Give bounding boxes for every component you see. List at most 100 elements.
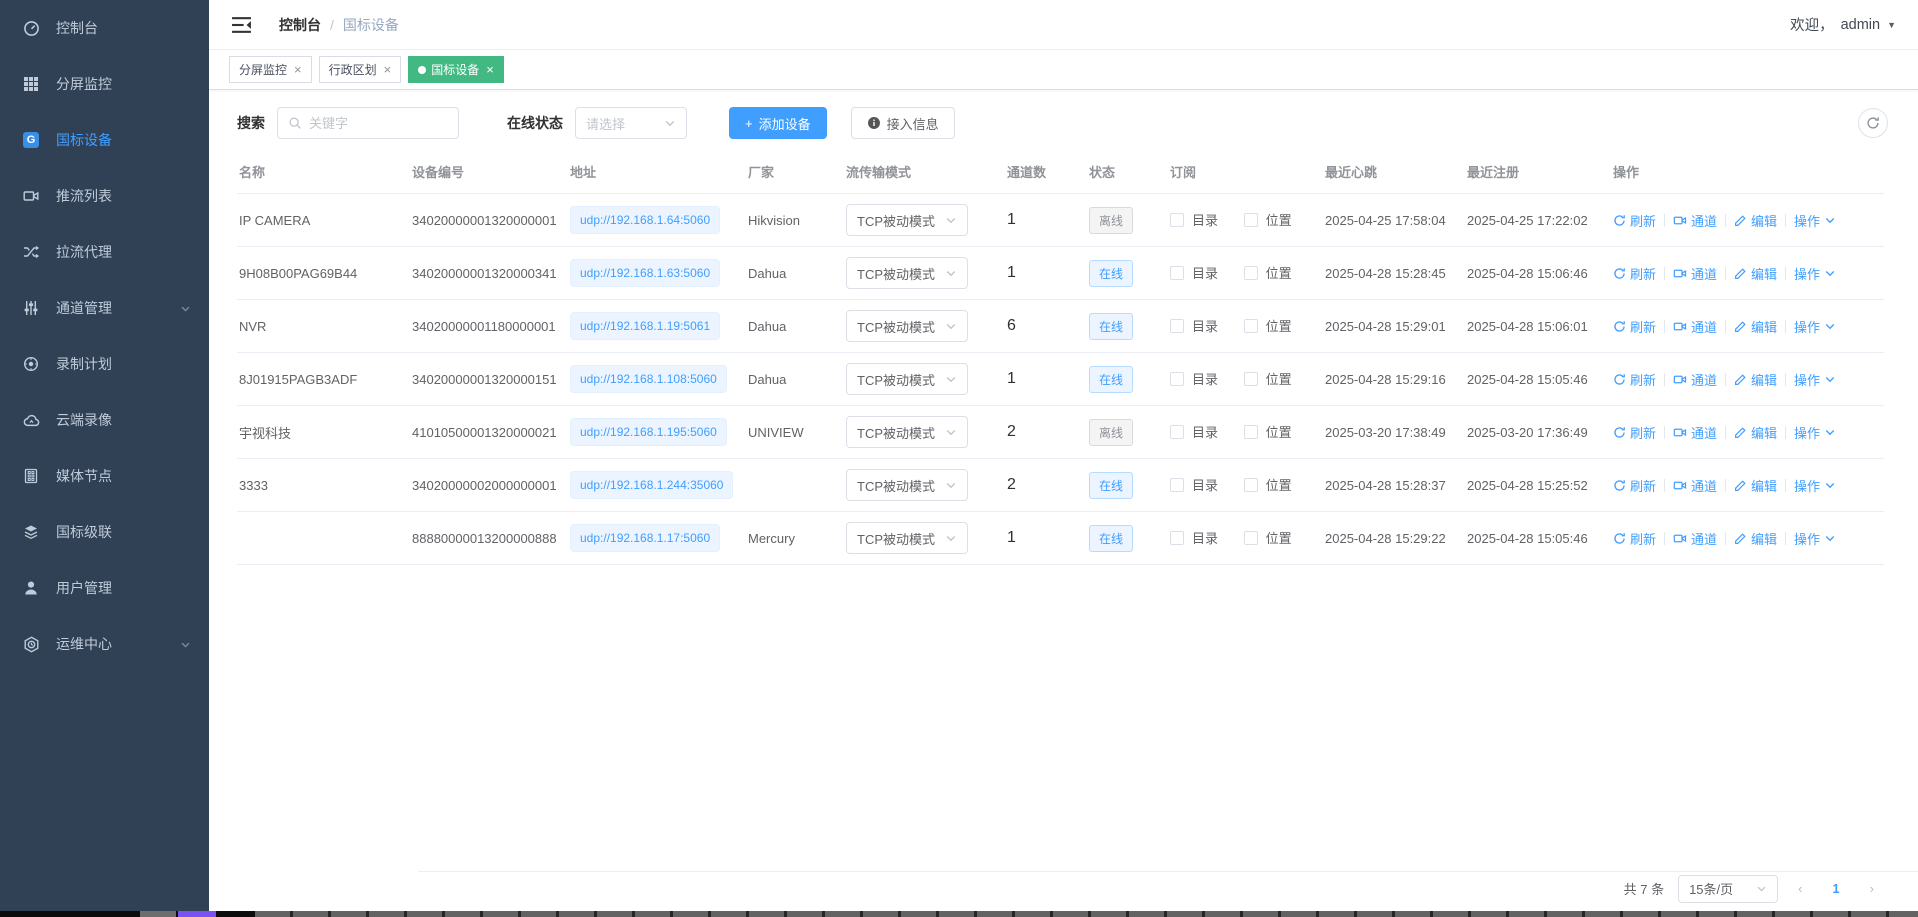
checkbox-icon[interactable]: [1244, 531, 1258, 545]
address-tag[interactable]: udp://192.168.1.108:5060: [570, 365, 727, 393]
transport-mode-select[interactable]: TCP被动模式: [846, 204, 968, 236]
subscribe-position-checkbox[interactable]: 位置: [1244, 263, 1292, 282]
page-size-select[interactable]: 15条/页: [1678, 875, 1778, 903]
close-icon[interactable]: ×: [486, 62, 494, 77]
more-actions-link[interactable]: 操作: [1794, 529, 1836, 548]
subscribe-catalog-checkbox[interactable]: 目录: [1170, 210, 1218, 229]
add-device-button[interactable]: + 添加设备: [729, 107, 827, 139]
sidebar-item-gb-devices[interactable]: G 国标设备: [0, 112, 209, 168]
sidebar-item-channel-mgmt[interactable]: 通道管理: [0, 280, 209, 336]
edit-action-link[interactable]: 编辑: [1734, 211, 1777, 230]
more-actions-link[interactable]: 操作: [1794, 211, 1836, 230]
sidebar-item-user-mgmt[interactable]: 用户管理: [0, 560, 209, 616]
sidebar-item-media-node[interactable]: 媒体节点: [0, 448, 209, 504]
more-actions-link[interactable]: 操作: [1794, 423, 1836, 442]
prev-page-button[interactable]: ‹: [1792, 881, 1808, 896]
address-tag[interactable]: udp://192.168.1.64:5060: [570, 206, 720, 234]
checkbox-icon[interactable]: [1170, 266, 1184, 280]
address-tag[interactable]: udp://192.168.1.63:5060: [570, 259, 720, 287]
refresh-action-link[interactable]: 刷新: [1613, 529, 1656, 548]
edit-action-link[interactable]: 编辑: [1734, 370, 1777, 389]
subscribe-catalog-checkbox[interactable]: 目录: [1170, 528, 1218, 547]
more-actions-link[interactable]: 操作: [1794, 317, 1836, 336]
checkbox-icon[interactable]: [1244, 372, 1258, 386]
transport-mode-select[interactable]: TCP被动模式: [846, 363, 968, 395]
transport-mode-select[interactable]: TCP被动模式: [846, 416, 968, 448]
transport-mode-select[interactable]: TCP被动模式: [846, 257, 968, 289]
sidebar-item-record-plan[interactable]: 录制计划: [0, 336, 209, 392]
subscribe-position-checkbox[interactable]: 位置: [1244, 475, 1292, 494]
refresh-action-link[interactable]: 刷新: [1613, 317, 1656, 336]
edit-action-link[interactable]: 编辑: [1734, 423, 1777, 442]
page-number-1[interactable]: 1: [1822, 881, 1849, 896]
tab-split-screen[interactable]: 分屏监控 ×: [229, 56, 312, 83]
more-actions-link[interactable]: 操作: [1794, 264, 1836, 283]
address-tag[interactable]: udp://192.168.1.19:5061: [570, 312, 720, 340]
hamburger-icon[interactable]: [231, 14, 253, 36]
sidebar-item-pull-stream[interactable]: 拉流代理: [0, 224, 209, 280]
address-tag[interactable]: udp://192.168.1.244:35060: [570, 471, 733, 499]
subscribe-catalog-checkbox[interactable]: 目录: [1170, 422, 1218, 441]
channel-action-link[interactable]: 通道: [1673, 423, 1717, 442]
tab-admin-region[interactable]: 行政区划 ×: [319, 56, 402, 83]
more-actions-link[interactable]: 操作: [1794, 476, 1836, 495]
transport-mode-select[interactable]: TCP被动模式: [846, 522, 968, 554]
access-info-button[interactable]: 接入信息: [851, 107, 955, 139]
sidebar-item-push-stream[interactable]: 推流列表: [0, 168, 209, 224]
table-refresh-button[interactable]: [1858, 108, 1888, 138]
channel-action-link[interactable]: 通道: [1673, 211, 1717, 230]
channel-action-link[interactable]: 通道: [1673, 370, 1717, 389]
user-menu[interactable]: 欢迎，admin ▼: [1790, 14, 1896, 35]
address-tag[interactable]: udp://192.168.1.195:5060: [570, 418, 727, 446]
subscribe-position-checkbox[interactable]: 位置: [1244, 369, 1292, 388]
checkbox-icon[interactable]: [1170, 478, 1184, 492]
sidebar-item-ops-center[interactable]: 运维中心: [0, 616, 209, 672]
subscribe-position-checkbox[interactable]: 位置: [1244, 528, 1292, 547]
channel-action-link[interactable]: 通道: [1673, 317, 1717, 336]
next-page-button[interactable]: ›: [1864, 881, 1880, 896]
subscribe-catalog-checkbox[interactable]: 目录: [1170, 475, 1218, 494]
close-icon[interactable]: ×: [294, 62, 302, 77]
channel-action-link[interactable]: 通道: [1673, 264, 1717, 283]
subscribe-catalog-checkbox[interactable]: 目录: [1170, 263, 1218, 282]
breadcrumb-console[interactable]: 控制台: [279, 15, 321, 35]
refresh-action-link[interactable]: 刷新: [1613, 423, 1656, 442]
transport-mode-select[interactable]: TCP被动模式: [846, 310, 968, 342]
refresh-action-link[interactable]: 刷新: [1613, 370, 1656, 389]
checkbox-icon[interactable]: [1244, 425, 1258, 439]
sidebar-item-split-screen[interactable]: 分屏监控: [0, 56, 209, 112]
online-status-select[interactable]: 请选择: [575, 107, 687, 139]
subscribe-catalog-checkbox[interactable]: 目录: [1170, 316, 1218, 335]
subscribe-catalog-checkbox[interactable]: 目录: [1170, 369, 1218, 388]
edit-action-link[interactable]: 编辑: [1734, 529, 1777, 548]
refresh-action-link[interactable]: 刷新: [1613, 476, 1656, 495]
transport-mode-select[interactable]: TCP被动模式: [846, 469, 968, 501]
tab-gb-devices[interactable]: 国标设备 ×: [408, 56, 504, 83]
search-input[interactable]: [309, 116, 448, 131]
subscribe-position-checkbox[interactable]: 位置: [1244, 316, 1292, 335]
subscribe-position-checkbox[interactable]: 位置: [1244, 210, 1292, 229]
address-tag[interactable]: udp://192.168.1.17:5060: [570, 524, 720, 552]
sidebar-item-cloud-record[interactable]: 云端录像: [0, 392, 209, 448]
checkbox-icon[interactable]: [1170, 372, 1184, 386]
checkbox-icon[interactable]: [1244, 478, 1258, 492]
checkbox-icon[interactable]: [1244, 213, 1258, 227]
edit-action-link[interactable]: 编辑: [1734, 317, 1777, 336]
checkbox-icon[interactable]: [1170, 319, 1184, 333]
checkbox-icon[interactable]: [1170, 531, 1184, 545]
refresh-action-link[interactable]: 刷新: [1613, 211, 1656, 230]
channel-action-link[interactable]: 通道: [1673, 476, 1717, 495]
sidebar-item-console[interactable]: 控制台: [0, 0, 209, 56]
edit-action-link[interactable]: 编辑: [1734, 264, 1777, 283]
more-actions-link[interactable]: 操作: [1794, 370, 1836, 389]
subscribe-position-checkbox[interactable]: 位置: [1244, 422, 1292, 441]
sidebar-item-gb-cascade[interactable]: 国标级联: [0, 504, 209, 560]
checkbox-icon[interactable]: [1170, 213, 1184, 227]
refresh-action-link[interactable]: 刷新: [1613, 264, 1656, 283]
checkbox-icon[interactable]: [1170, 425, 1184, 439]
channel-action-link[interactable]: 通道: [1673, 529, 1717, 548]
checkbox-icon[interactable]: [1244, 319, 1258, 333]
close-icon[interactable]: ×: [384, 62, 392, 77]
checkbox-icon[interactable]: [1244, 266, 1258, 280]
edit-action-link[interactable]: 编辑: [1734, 476, 1777, 495]
